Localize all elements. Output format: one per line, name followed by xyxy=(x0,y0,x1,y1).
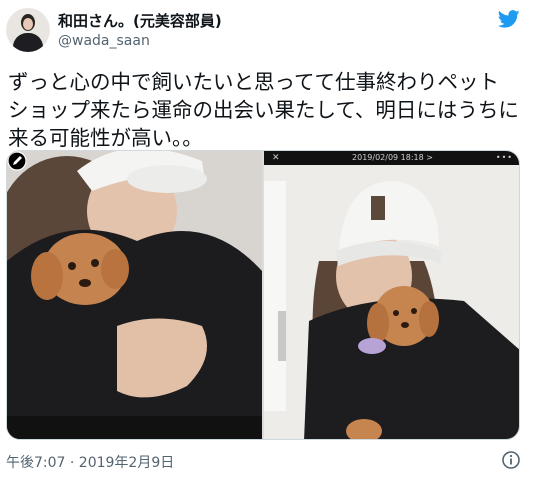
author-display-name[interactable]: 和田さん。(元美容部員) xyxy=(58,10,222,31)
photo-right[interactable]: ✕ 2019/02/09 18:18 > ••• xyxy=(264,151,519,439)
info-icon[interactable] xyxy=(501,450,521,470)
media-grid: ✕ 2019/02/09 18:18 > ••• xyxy=(6,150,520,440)
tweet-line: ずっと心の中で飼いたいと思ってて仕事終わりペット xyxy=(8,70,499,94)
close-icon: ✕ xyxy=(272,153,280,163)
tweet-text: ずっと心の中で飼いたいと思ってて仕事終わりペット ショップ来たら運命の出会い果た… xyxy=(8,68,528,152)
photo-metadata-bar: ✕ 2019/02/09 18:18 > ••• xyxy=(264,151,519,165)
more-icon: ••• xyxy=(495,153,513,162)
tweet-line: ショップ来たら運命の出会い果たして、明日にはうちに xyxy=(8,98,519,122)
avatar[interactable] xyxy=(6,8,50,52)
photo-left[interactable] xyxy=(7,151,262,439)
author-handle[interactable]: @wada_saan xyxy=(58,33,150,49)
photo-right-image xyxy=(264,151,519,439)
photo-left-image xyxy=(7,151,262,439)
tweet-card: 和田さん。(元美容部員) @wada_saan ずっと心の中で飼いたいと思ってて… xyxy=(0,0,533,477)
tweet-timestamp[interactable]: 午後7:07 · 2019年2月9日 xyxy=(6,452,174,472)
edit-pen-icon[interactable] xyxy=(7,151,27,171)
tweet-line: 来る可能性が高い。。 xyxy=(8,126,203,150)
twitter-bird-icon[interactable] xyxy=(497,8,521,30)
photo-date-label: 2019/02/09 18:18 > xyxy=(352,153,433,162)
